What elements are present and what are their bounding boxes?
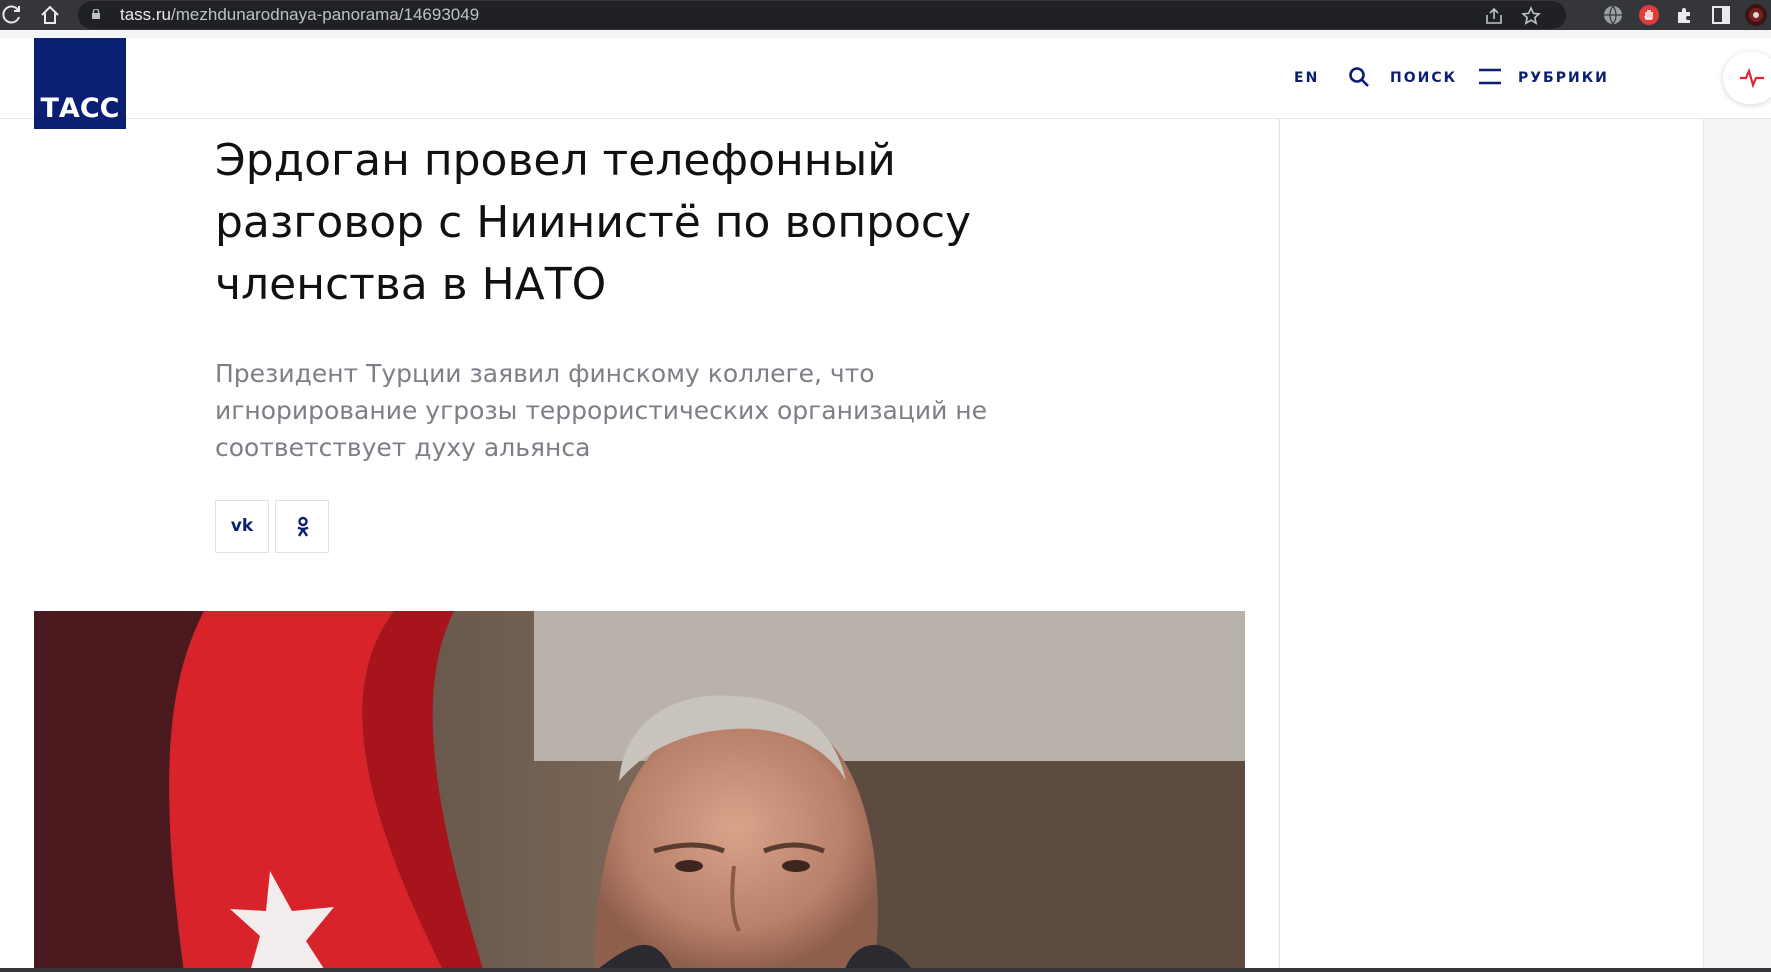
- browser-toolbar: tass.ru/mezhdunarodnaya-panorama/1469304…: [0, 0, 1771, 30]
- article-lead-line: Президент Турции заявил финскому коллеге…: [215, 359, 875, 388]
- search-icon: [1349, 67, 1369, 87]
- taskbar-edge: [0, 968, 1771, 972]
- article-photo: [34, 611, 1245, 972]
- odnoklassniki-icon: [297, 516, 309, 537]
- home-icon[interactable]: [38, 3, 62, 27]
- pulse-icon: [1740, 68, 1764, 88]
- logo-text: ТАСС: [40, 93, 120, 124]
- sidebar-column: [1279, 119, 1704, 972]
- profile-avatar-icon[interactable]: [1744, 3, 1768, 27]
- address-bar[interactable]: tass.ru/mezhdunarodnaya-panorama/1469304…: [78, 1, 1566, 29]
- vk-icon: vk: [230, 516, 254, 536]
- news-feed-button[interactable]: [1723, 52, 1771, 104]
- rubrics-button[interactable]: РУБРИКИ: [1478, 38, 1628, 118]
- article-title-line: членства в НАТО: [215, 259, 607, 310]
- article-title-line: Эрдоган провел телефонный: [215, 135, 896, 186]
- reload-icon[interactable]: [0, 3, 24, 27]
- side-panel-icon[interactable]: [1709, 3, 1733, 27]
- search-button[interactable]: ПОИСК: [1348, 38, 1480, 118]
- rubrics-label: РУБРИКИ: [1518, 70, 1609, 86]
- lock-icon: [92, 9, 100, 19]
- site-header: ТАСС EN ПОИСК РУБРИКИ: [0, 38, 1771, 129]
- globe-extension-icon[interactable]: [1601, 3, 1625, 27]
- url-host: tass.ru: [120, 5, 172, 24]
- photo-illustration: [34, 611, 1245, 972]
- article-lead-line: соответствует духу альянса: [215, 433, 591, 462]
- article-lead: Президент Турции заявил финскому коллеге…: [215, 355, 1015, 466]
- adblock-extension-icon[interactable]: [1637, 3, 1661, 27]
- lang-switch[interactable]: EN: [1294, 38, 1319, 118]
- search-label: ПОИСК: [1390, 70, 1458, 86]
- share-vk-button[interactable]: vk: [215, 500, 269, 553]
- menu-icon: [1479, 68, 1501, 85]
- url-text: tass.ru/mezhdunarodnaya-panorama/1469304…: [120, 1, 479, 29]
- puzzle-extensions-icon[interactable]: [1673, 3, 1697, 27]
- article-lead-line: игнорирование угрозы террористических ор…: [215, 396, 987, 425]
- share-page-icon[interactable]: [1483, 5, 1505, 27]
- article-title: Эрдоган провел телефонный разговор с Нии…: [215, 130, 1115, 316]
- article-title-line: разговор с Ниинистё по вопросу: [215, 197, 972, 248]
- url-path: /mezhdunarodnaya-panorama/14693049: [171, 5, 480, 24]
- bookmark-star-icon[interactable]: [1520, 5, 1542, 27]
- share-ok-button[interactable]: [275, 500, 329, 553]
- tass-logo[interactable]: ТАСС: [34, 38, 126, 129]
